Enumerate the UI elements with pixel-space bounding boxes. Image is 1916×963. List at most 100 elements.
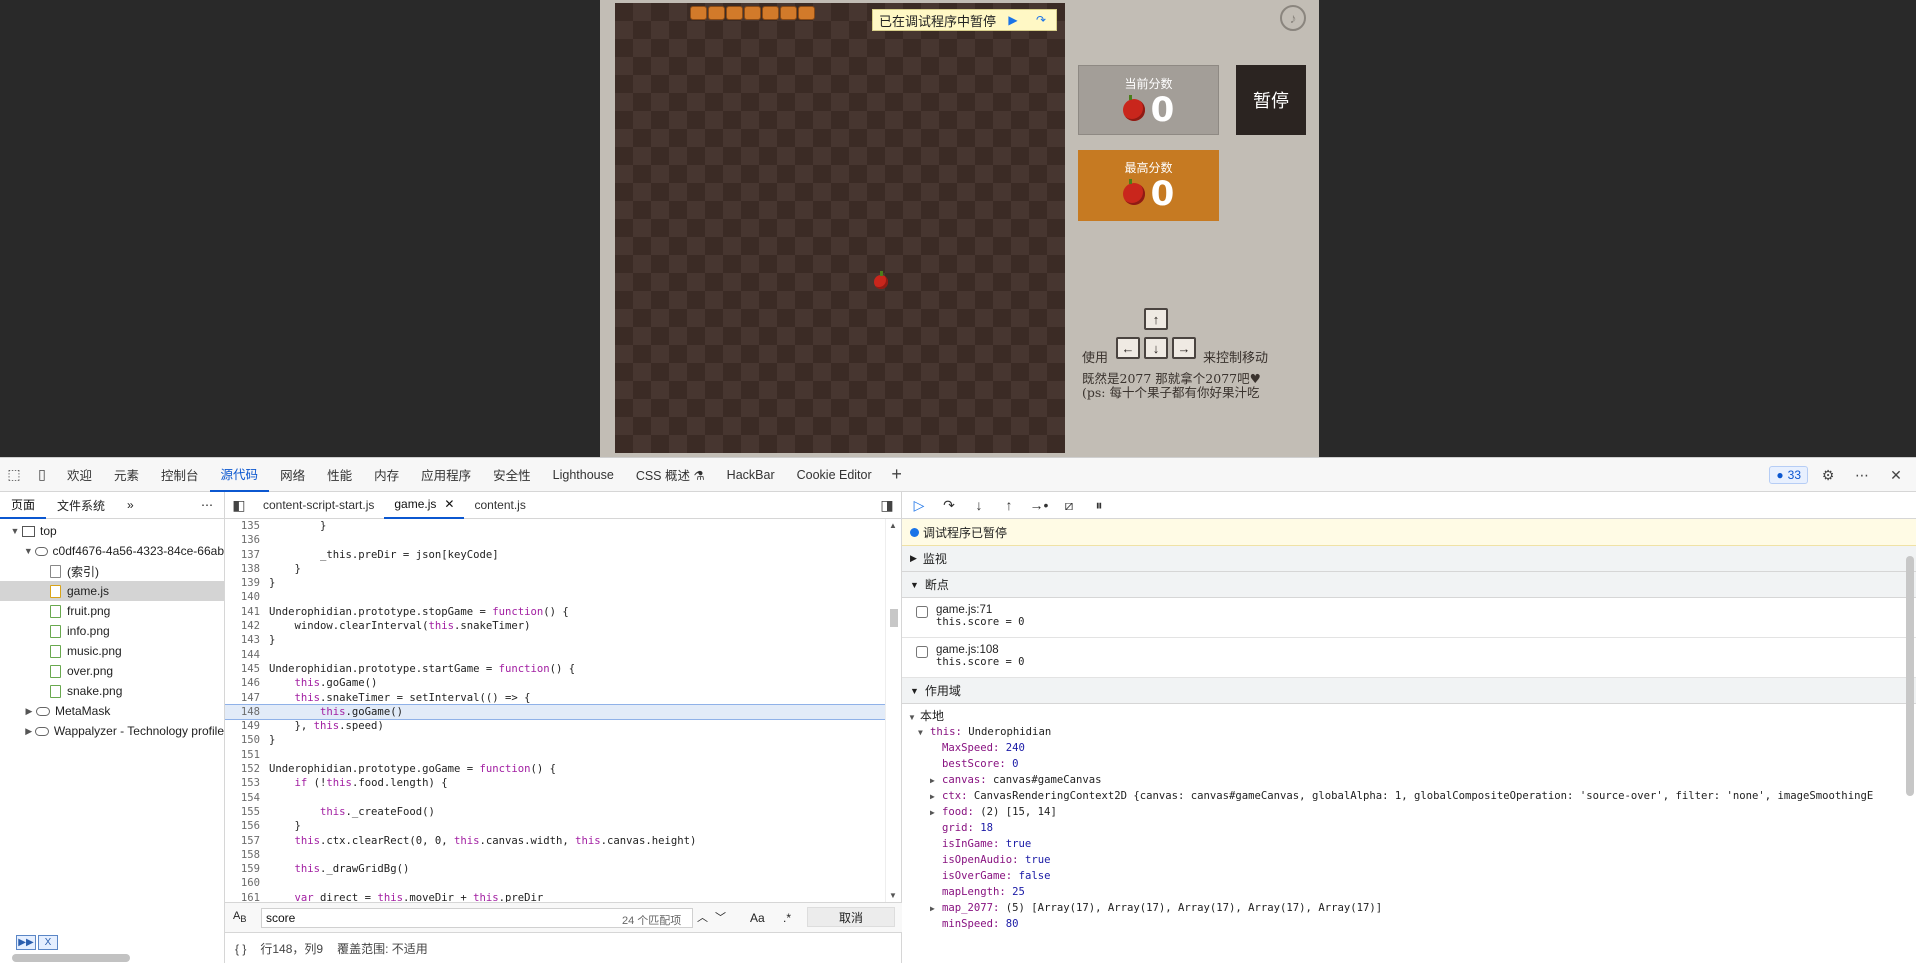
more-tabs-icon[interactable]: » (116, 492, 145, 519)
code-line[interactable]: 150} (225, 733, 885, 747)
line-number[interactable]: 157 (225, 834, 265, 848)
code-line[interactable]: 153 if (!this.food.length) { (225, 776, 885, 790)
code-line[interactable]: 159 this._drawGridBg() (225, 862, 885, 876)
devtools-tab[interactable]: Lighthouse (542, 458, 625, 492)
scope-property[interactable]: ▶ ctx: CanvasRenderingContext2D {canvas: … (908, 788, 1916, 804)
tree-item[interactable]: (索引) (0, 561, 224, 581)
deactivate-breakpoints-icon[interactable]: ⧄ (1058, 494, 1080, 516)
next-match-icon[interactable]: ﹀ (715, 909, 726, 925)
devtools-tab[interactable]: 元素 (103, 458, 150, 492)
code-line[interactable]: 151 (225, 748, 885, 762)
breakpoint-location[interactable]: game.js:108 (916, 644, 1916, 656)
scope-property[interactable]: bestScore: 0 (908, 756, 1916, 772)
toggle-debugger-icon[interactable]: ◨ (873, 491, 901, 519)
step-out-icon[interactable]: ↑ (998, 494, 1020, 516)
code-line[interactable]: 152 Underophidian.prototype.goGame = func… (225, 762, 885, 776)
code-line[interactable]: 155 this._createFood() (225, 805, 885, 819)
line-number[interactable]: 159 (225, 862, 265, 876)
tree-item[interactable]: music.png (0, 641, 224, 661)
cancel-search-button[interactable]: 取消 (807, 907, 895, 927)
code-line[interactable]: 147 this.snakeTimer = setInterval(() => … (225, 691, 885, 705)
code-line[interactable]: 135 } (225, 519, 885, 533)
step-over-icon[interactable]: ↷ (938, 494, 960, 516)
scope-section-header[interactable]: ▼ 作用域 (902, 678, 1916, 704)
devtools-tab[interactable]: HackBar (716, 458, 786, 492)
line-number[interactable]: 158 (225, 848, 265, 862)
devtools-tab[interactable]: 欢迎 (56, 458, 103, 492)
navigator-scrollbar[interactable] (12, 954, 130, 962)
code-line[interactable]: 143} (225, 633, 885, 647)
breakpoint-location[interactable]: game.js:71 (916, 604, 1916, 616)
code-line[interactable]: 158 (225, 848, 885, 862)
device-toolbar-icon[interactable]: ▯ (28, 461, 56, 489)
line-number[interactable]: 146 (225, 676, 265, 690)
code-line[interactable]: 140 (225, 590, 885, 604)
code-line[interactable]: 144 (225, 648, 885, 662)
add-tab-icon[interactable]: + (883, 461, 911, 489)
code-line[interactable]: 154 (225, 791, 885, 805)
code-line[interactable]: 138 } (225, 562, 885, 576)
line-number[interactable]: 147 (225, 691, 265, 705)
close-devtools-icon[interactable]: ✕ (1882, 461, 1910, 489)
code-line[interactable]: 160 (225, 876, 885, 890)
code-line[interactable]: 136 (225, 533, 885, 547)
scope-property[interactable]: mapLength: 25 (908, 884, 1916, 900)
line-number[interactable]: 143 (225, 633, 265, 647)
line-number[interactable]: 160 (225, 876, 265, 890)
expand-toggle-icon[interactable]: ▶ (22, 706, 36, 717)
scope-property[interactable]: isOverGame: false (908, 868, 1916, 884)
tree-item[interactable]: ▶ Wappalyzer - Technology profile (0, 721, 224, 741)
devtools-tab[interactable]: 性能 (316, 458, 363, 492)
tree-item[interactable]: game.js (0, 581, 224, 601)
devtools-tab[interactable]: 控制台 (150, 458, 210, 492)
tree-item[interactable]: ▶ MetaMask (0, 701, 224, 721)
toggle-navigator-icon[interactable]: ◧ (225, 491, 253, 519)
line-number[interactable]: 139 (225, 576, 265, 590)
code-line[interactable]: 137 _this.preDir = json[keyCode] (225, 548, 885, 562)
pause-on-exceptions-icon[interactable]: ⏸ (1088, 494, 1110, 516)
breakpoint-checkbox[interactable] (916, 646, 928, 658)
resume-icon[interactable]: ▷ (908, 494, 930, 516)
nav-tab-filesystem[interactable]: 文件系统 (46, 492, 116, 519)
step-icon[interactable]: →• (1028, 494, 1050, 516)
extension-x-icon[interactable]: X (38, 935, 58, 950)
code-line[interactable]: 146 this.goGame() (225, 676, 885, 690)
pretty-print-button[interactable]: { } (235, 942, 246, 956)
code-line[interactable]: 156 } (225, 819, 885, 833)
more-options-icon[interactable]: ⋯ (1848, 461, 1876, 489)
tree-item[interactable]: ▼ top (0, 521, 224, 541)
line-number[interactable]: 156 (225, 819, 265, 833)
devtools-tab[interactable]: 内存 (363, 458, 410, 492)
breakpoint-checkbox[interactable] (916, 606, 928, 618)
expand-icon[interactable]: ▶ (930, 901, 942, 916)
line-number[interactable]: 148 (225, 705, 265, 719)
local-scope-row[interactable]: ▼ 本地 (908, 708, 1916, 724)
scope-property[interactable]: grid: 18 (908, 820, 1916, 836)
expand-toggle-icon[interactable]: ▼ (22, 546, 35, 556)
expand-icon[interactable]: ▶ (930, 789, 942, 804)
line-number[interactable]: 137 (225, 548, 265, 562)
line-number[interactable]: 151 (225, 748, 265, 762)
scope-property[interactable]: isOpenAudio: true (908, 852, 1916, 868)
code-line[interactable]: 148 this.goGame() (225, 703, 885, 721)
step-into-icon[interactable]: ↓ (968, 494, 990, 516)
file-tab-content-script-start[interactable]: content-script-start.js (253, 492, 384, 519)
line-number[interactable]: 136 (225, 533, 265, 547)
line-number[interactable]: 138 (225, 562, 265, 576)
file-tab-content-js[interactable]: content.js (464, 492, 535, 519)
expand-icon[interactable]: ▶ (930, 773, 942, 788)
line-number[interactable]: 153 (225, 776, 265, 790)
tree-item[interactable]: over.png (0, 661, 224, 681)
settings-gear-icon[interactable]: ⚙ (1814, 461, 1842, 489)
line-number[interactable]: 145 (225, 662, 265, 676)
expand-toggle-icon[interactable]: ▼ (8, 526, 22, 536)
step-over-icon[interactable]: ↷ (1030, 11, 1052, 29)
game-canvas[interactable] (615, 3, 1065, 453)
devtools-tab[interactable]: Cookie Editor (786, 458, 883, 492)
line-number[interactable]: 152 (225, 762, 265, 776)
tree-item[interactable]: snake.png (0, 681, 224, 701)
file-tab-game-js[interactable]: game.js ✕ (384, 492, 465, 519)
code-line[interactable]: 157 this.ctx.clearRect(0, 0, this.canvas… (225, 834, 885, 848)
previous-match-icon[interactable]: ︿ (697, 909, 708, 925)
code-line[interactable]: 141 Underophidian.prototype.stopGame = fu… (225, 605, 885, 619)
